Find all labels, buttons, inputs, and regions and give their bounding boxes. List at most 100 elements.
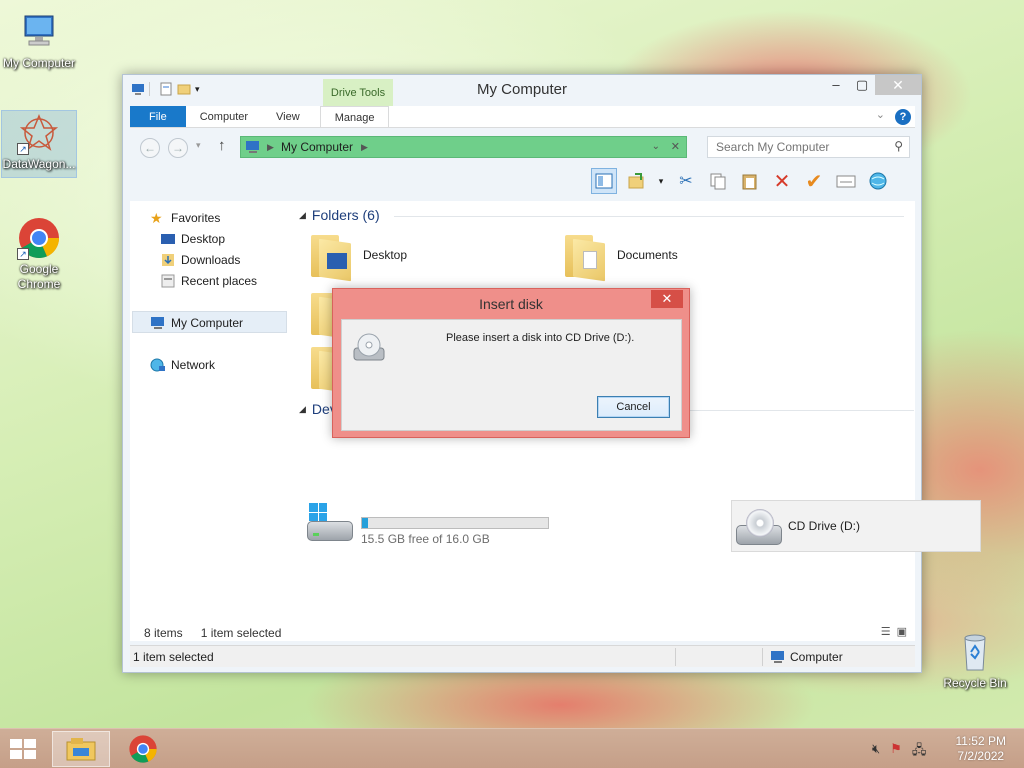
folder-options-icon[interactable] xyxy=(623,168,649,194)
computer-small-icon xyxy=(245,140,261,160)
divider xyxy=(675,648,676,666)
nav-item-network[interactable]: Network xyxy=(150,356,215,374)
item-count: 8 items xyxy=(144,626,183,640)
maximize-button[interactable]: ▢ xyxy=(849,75,875,95)
close-button[interactable]: ✕ xyxy=(875,75,921,95)
forward-button[interactable]: → xyxy=(168,138,188,158)
nav-item-my-computer[interactable]: My Computer xyxy=(150,314,243,332)
large-icons-view-icon[interactable]: ▣ xyxy=(897,625,907,638)
delete-icon[interactable]: ✕ xyxy=(769,168,795,194)
tab-computer[interactable]: Computer xyxy=(186,106,262,127)
shortcut-arrow-icon: ↗ xyxy=(17,248,29,260)
nav-label: Recent places xyxy=(181,274,258,288)
desktop-icon-datawagon[interactable]: ↗ DataWagon... xyxy=(1,110,77,178)
hard-drive-icon xyxy=(307,503,355,543)
action-center-flag-icon[interactable]: ⚑ xyxy=(890,741,902,763)
group-header-folders[interactable]: ◢ Folders (6) xyxy=(299,207,904,223)
chrome-icon xyxy=(129,735,157,763)
options-dropdown-icon[interactable]: ▾ xyxy=(655,168,667,194)
folder-icon xyxy=(563,231,607,282)
drive-free-space: 15.5 GB free of 16.0 GB xyxy=(361,532,490,546)
title-bar[interactable]: ▾ Drive Tools My Computer – ▢ ✕ xyxy=(123,75,921,107)
drive-item-local-disk[interactable]: 15.5 GB free of 16.0 GB xyxy=(307,503,549,546)
clock-date: 7/2/2022 xyxy=(957,749,1005,763)
shortcut-arrow-icon: ↗ xyxy=(17,143,29,155)
recent-locations-icon[interactable]: ▾ xyxy=(196,140,201,151)
insert-disk-dialog: Insert disk ✕ Please insert a disk into … xyxy=(332,288,690,438)
folder-item-documents[interactable]: Documents xyxy=(563,231,678,282)
search-icon[interactable]: ⚲ xyxy=(894,139,903,153)
nav-item-downloads[interactable]: Downloads xyxy=(160,251,240,269)
group-title: Folders (6) xyxy=(311,207,380,223)
back-button[interactable]: ← xyxy=(140,138,160,158)
dialog-title: Insert disk xyxy=(479,296,543,312)
collapse-triangle-icon[interactable]: ◢ xyxy=(299,404,306,415)
search-input[interactable] xyxy=(708,137,878,157)
nav-label: My Computer xyxy=(171,316,244,330)
star-icon: ★ xyxy=(150,210,163,226)
network-tray-icon[interactable]: 🖧︎ xyxy=(912,741,927,763)
taskbar-file-explorer[interactable] xyxy=(52,731,110,767)
minimize-button[interactable]: – xyxy=(823,75,849,95)
windows-logo-icon xyxy=(309,503,327,521)
network-globe-icon[interactable] xyxy=(865,168,891,194)
breadcrumb-arrow-icon[interactable]: ▶ xyxy=(267,137,274,157)
volume-muted-icon[interactable]: 🔇︎ xyxy=(872,741,880,763)
preview-pane-icon[interactable] xyxy=(591,168,617,194)
address-dropdown-icon[interactable]: ⌄ xyxy=(652,137,660,157)
desktop-icon-recycle-bin[interactable]: Recycle Bin xyxy=(937,630,1013,691)
nav-item-recent-places[interactable]: Recent places xyxy=(160,272,257,290)
clock[interactable]: 11:52 PM 7/2/2022 xyxy=(956,734,1006,764)
address-bar[interactable]: ▶ My Computer ▶ ⌄ ✕ xyxy=(240,136,687,158)
status-bar: 1 item selected Computer xyxy=(130,645,915,667)
navigation-pane: ★ Favorites Desktop Downloads Recent pla… xyxy=(130,201,295,637)
recycle-bin-icon xyxy=(953,630,997,674)
desktop-small-icon xyxy=(160,232,176,246)
cd-drive-icon xyxy=(736,507,784,547)
expand-ribbon-icon[interactable]: ⌄ xyxy=(876,108,885,121)
dialog-close-button[interactable]: ✕ xyxy=(651,290,683,308)
status-location: Computer xyxy=(770,650,843,664)
search-box[interactable]: ⚲ xyxy=(707,136,910,158)
cd-drive-icon xyxy=(352,332,386,364)
breadcrumb-arrow-icon[interactable]: ▶ xyxy=(361,137,368,157)
details-view-icon[interactable]: ☰ xyxy=(881,625,891,638)
address-text: My Computer xyxy=(281,140,354,154)
copy-icon[interactable] xyxy=(705,168,731,194)
tab-file[interactable]: File xyxy=(130,106,186,127)
rename-check-icon[interactable]: ✔ xyxy=(801,168,827,194)
computer-icon xyxy=(17,10,61,54)
clock-time: 11:52 PM xyxy=(955,734,1006,748)
desktop-icon-my-computer[interactable]: My Computer xyxy=(1,10,77,71)
cancel-button[interactable]: Cancel xyxy=(597,396,670,418)
tab-view[interactable]: View xyxy=(262,106,314,127)
clear-address-icon[interactable]: ✕ xyxy=(671,137,680,157)
network-icon xyxy=(150,358,166,372)
tab-manage[interactable]: Manage xyxy=(319,106,390,127)
properties-icon[interactable] xyxy=(833,168,859,194)
desktop-icon-label: My Computer xyxy=(2,56,76,70)
desktop-icon-google-chrome[interactable]: ↗ Google Chrome xyxy=(1,216,77,292)
start-button[interactable] xyxy=(8,737,38,761)
drive-item-cd-drive[interactable]: CD Drive (D:) xyxy=(731,500,981,552)
taskbar: 🔇︎ ⚑ 🖧︎ 11:52 PM 7/2/2022 xyxy=(0,728,1024,768)
up-button[interactable]: ↑ xyxy=(218,137,226,154)
desktop-icon-label: Recycle Bin xyxy=(943,676,1007,690)
nav-label: Desktop xyxy=(181,232,226,246)
dialog-message: Please insert a disk into CD Drive (D:). xyxy=(446,332,635,344)
folder-icon xyxy=(309,231,353,282)
computer-small-icon xyxy=(150,316,166,330)
paste-icon[interactable] xyxy=(737,168,763,194)
collapse-triangle-icon[interactable]: ◢ xyxy=(299,210,306,221)
help-icon[interactable]: ? xyxy=(895,109,911,125)
folder-item-desktop[interactable]: Desktop xyxy=(309,231,407,282)
nav-item-desktop[interactable]: Desktop xyxy=(160,230,225,248)
folder-label: Documents xyxy=(617,248,678,262)
window-controls: – ▢ ✕ xyxy=(823,75,921,95)
ribbon-tabs: File Computer View Manage ⌄ ? xyxy=(130,106,915,128)
taskbar-chrome[interactable] xyxy=(114,731,172,767)
desktop-icon-label: Google Chrome xyxy=(17,262,61,291)
window-title: My Computer xyxy=(476,81,568,98)
nav-item-favorites[interactable]: ★ Favorites xyxy=(150,209,220,227)
cut-icon[interactable]: ✂ xyxy=(673,168,699,194)
